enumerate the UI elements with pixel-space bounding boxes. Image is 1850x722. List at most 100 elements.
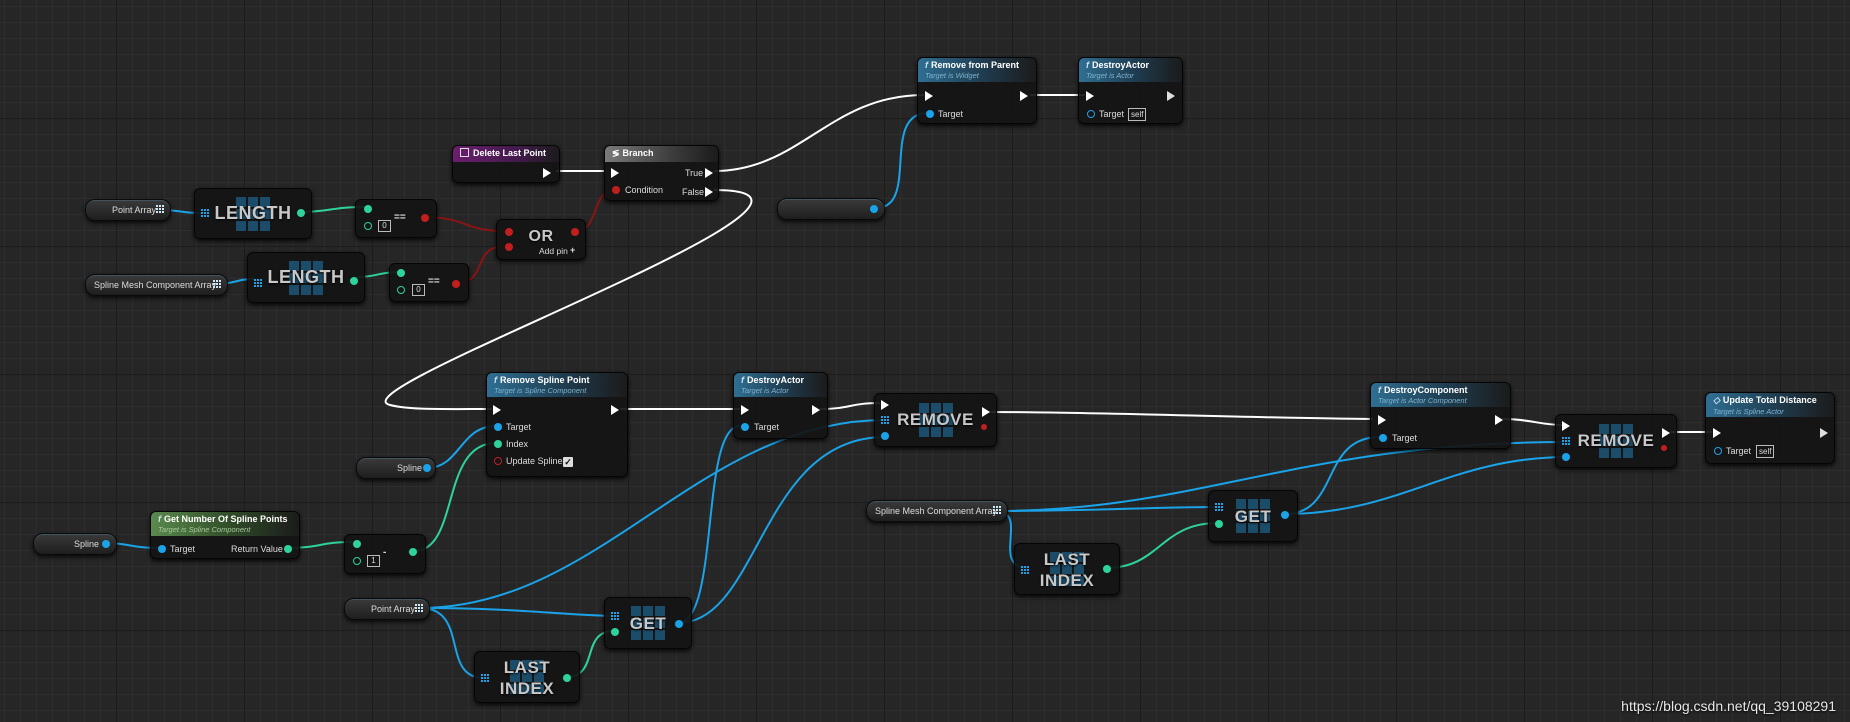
var-spline[interactable]: Spline: [33, 533, 117, 555]
item-in-pin[interactable]: [1562, 453, 1570, 461]
bool-in-pin[interactable]: [505, 243, 513, 251]
item-in-pin[interactable]: [881, 432, 889, 440]
array-in-pin[interactable]: [1562, 437, 1571, 446]
exec-in-pin[interactable]: [1562, 421, 1570, 431]
bool-out-pin[interactable]: [981, 424, 987, 430]
target-pin[interactable]: [926, 110, 934, 118]
int-out-pin[interactable]: [1103, 565, 1111, 573]
int-in-pin[interactable]: [353, 540, 361, 548]
node-or[interactable]: OR Add pin +: [496, 219, 586, 260]
node-last-index[interactable]: LAST INDEX: [474, 651, 580, 703]
node-get[interactable]: GET: [1208, 490, 1298, 542]
exec-in-pin[interactable]: [881, 400, 889, 410]
exec-in-pin[interactable]: [1713, 428, 1721, 438]
exec-in-pin[interactable]: [611, 168, 619, 178]
node-equal[interactable]: 0 ==: [389, 263, 469, 302]
array-in-pin[interactable]: [254, 279, 263, 288]
var-spline-mesh-component-array[interactable]: Spline Mesh Component Array: [866, 500, 1008, 522]
update-spline-checkbox[interactable]: ✓: [563, 457, 573, 467]
node-get[interactable]: GET: [604, 597, 692, 649]
var-total-distance-panel[interactable]: [777, 198, 885, 220]
node-branch[interactable]: ≶ Branch Condition True False: [604, 145, 719, 201]
node-remove-spline-point[interactable]: f Remove Spline Point Target is Spline Com…: [486, 372, 628, 477]
exec-in-pin[interactable]: [1086, 91, 1094, 101]
value-box[interactable]: 0: [412, 284, 425, 296]
node-remove-from-parent[interactable]: f Remove from Parent Target is Widget Targ…: [917, 57, 1037, 124]
index-pin[interactable]: [494, 440, 502, 448]
exec-in-pin[interactable]: [741, 405, 749, 415]
exec-in-pin[interactable]: [1378, 415, 1386, 425]
node-subtract[interactable]: 1 -: [344, 534, 426, 574]
exec-out-pin[interactable]: [1495, 415, 1503, 425]
exec-true-pin[interactable]: [705, 168, 713, 178]
item-out-pin[interactable]: [1281, 511, 1289, 519]
int-out-pin[interactable]: [350, 277, 358, 285]
int-out-pin[interactable]: [297, 209, 305, 217]
var-point-array[interactable]: Point Array: [85, 199, 171, 221]
array-in-pin[interactable]: [1215, 503, 1224, 512]
int-out-pin[interactable]: [563, 674, 571, 682]
exec-out-pin[interactable]: [812, 405, 820, 415]
int-in-pin[interactable]: [353, 557, 361, 565]
return-value-pin[interactable]: [284, 545, 292, 553]
index-in-pin[interactable]: [611, 628, 619, 636]
exec-out-pin[interactable]: [1662, 428, 1670, 438]
value-box[interactable]: 0: [378, 220, 391, 232]
bool-out-pin[interactable]: [452, 280, 460, 288]
self-value-box[interactable]: self: [1128, 108, 1147, 121]
index-in-pin[interactable]: [1215, 520, 1223, 528]
plus-icon[interactable]: +: [570, 245, 575, 255]
node-destroy-actor[interactable]: f DestroyActor Target is Actor Target self: [1078, 57, 1183, 124]
bool-out-pin[interactable]: [571, 228, 579, 236]
exec-out-pin[interactable]: [1167, 91, 1175, 101]
node-get-number-of-spline-points[interactable]: f Get Number Of Spline Points Target is Sp…: [150, 511, 300, 559]
target-pin[interactable]: [1714, 447, 1722, 455]
target-pin[interactable]: [494, 423, 502, 431]
exec-out-pin[interactable]: [611, 405, 619, 415]
exec-out-pin[interactable]: [1820, 428, 1828, 438]
target-pin[interactable]: [158, 545, 166, 553]
node-destroy-actor[interactable]: f DestroyActor Target is Actor Target: [733, 372, 828, 439]
node-remove[interactable]: REMOVE: [874, 393, 997, 447]
array-in-pin[interactable]: [481, 674, 490, 683]
object-out-pin[interactable]: [423, 464, 431, 472]
array-in-pin[interactable]: [611, 612, 620, 621]
object-out-pin[interactable]: [870, 205, 878, 213]
array-in-pin[interactable]: [201, 209, 210, 218]
node-length[interactable]: LENGTH: [247, 252, 365, 303]
condition-pin[interactable]: [612, 186, 620, 194]
target-pin[interactable]: [1087, 110, 1095, 118]
var-spline-mesh-component-array[interactable]: Spline Mesh Component Array: [85, 274, 228, 296]
bool-out-pin[interactable]: [421, 214, 429, 222]
node-length[interactable]: LENGTH: [194, 188, 312, 239]
node-remove[interactable]: REMOVE: [1555, 414, 1677, 468]
node-update-total-distance[interactable]: ◇ Update Total Distance Target is Spline A…: [1705, 392, 1835, 464]
int-in-pin[interactable]: [364, 205, 372, 213]
exec-out-pin[interactable]: [982, 407, 990, 417]
add-pin-label[interactable]: Add pin: [539, 246, 568, 256]
self-value-box[interactable]: self: [1756, 445, 1775, 458]
target-pin[interactable]: [1379, 434, 1387, 442]
int-in-pin[interactable]: [364, 222, 372, 230]
exec-out-pin[interactable]: [543, 168, 551, 178]
bool-out-pin[interactable]: [1661, 445, 1667, 451]
item-out-pin[interactable]: [675, 620, 683, 628]
int-in-pin[interactable]: [397, 286, 405, 294]
node-equal[interactable]: 0 ==: [355, 199, 437, 238]
exec-in-pin[interactable]: [493, 405, 501, 415]
bool-in-pin[interactable]: [505, 228, 513, 236]
int-out-pin[interactable]: [409, 548, 417, 556]
node-delete-last-point[interactable]: Delete Last Point: [452, 145, 560, 183]
node-last-index[interactable]: LAST INDEX: [1014, 543, 1120, 595]
array-in-pin[interactable]: [881, 416, 890, 425]
object-out-pin[interactable]: [102, 540, 110, 548]
exec-in-pin[interactable]: [925, 91, 933, 101]
exec-out-pin[interactable]: [1020, 91, 1028, 101]
array-in-pin[interactable]: [1021, 566, 1030, 575]
target-pin[interactable]: [741, 423, 749, 431]
var-spline[interactable]: Spline: [356, 457, 436, 479]
exec-false-pin[interactable]: [705, 187, 713, 197]
update-spline-pin[interactable]: [494, 457, 502, 465]
var-point-array[interactable]: Point Array: [344, 598, 430, 620]
node-destroy-component[interactable]: f DestroyComponent Target is Actor Compone…: [1370, 382, 1511, 449]
